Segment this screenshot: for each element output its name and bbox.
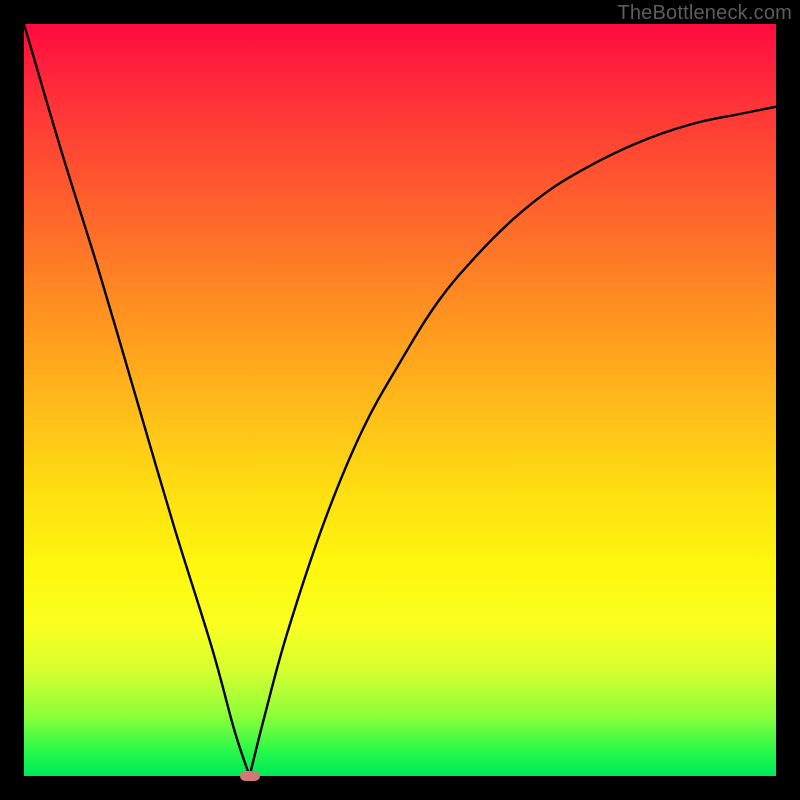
plot-area: [24, 24, 776, 776]
bottleneck-curve: [24, 24, 776, 776]
watermark-text: TheBottleneck.com: [617, 2, 792, 25]
minimum-marker: [240, 771, 260, 781]
curve-path: [24, 24, 776, 781]
chart-frame: TheBottleneck.com: [0, 0, 800, 800]
